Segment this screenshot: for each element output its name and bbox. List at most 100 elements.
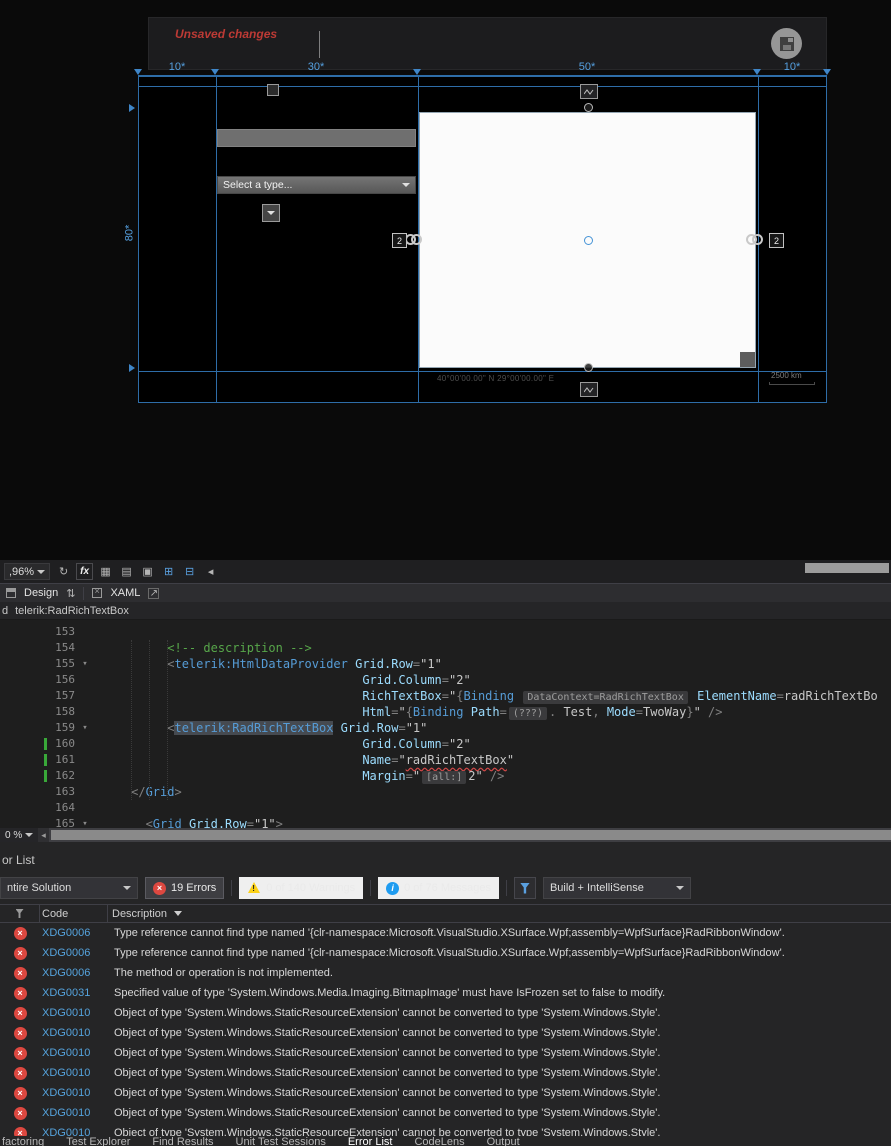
bottom-spring-anchor-icon[interactable] — [580, 382, 598, 397]
popout-icon[interactable]: ↗ — [148, 587, 160, 599]
code-line[interactable]: 162 Margin=" [all:] 2" /> — [0, 768, 891, 784]
fold-chevron-icon[interactable]: ▾ — [75, 720, 95, 736]
dropdown-button[interactable] — [262, 204, 280, 222]
error-code[interactable]: XDG0010 — [40, 1047, 110, 1059]
resize-grip[interactable] — [740, 352, 755, 367]
code-line[interactable]: 159 ▾ <telerik:RadRichTextBox Grid.Row="1" — [0, 720, 891, 736]
error-code[interactable]: XDG0010 — [40, 1107, 110, 1119]
collapse-arrow-icon[interactable]: ◂ — [202, 563, 219, 580]
swap-panes-icon[interactable]: ⇅ — [66, 587, 75, 600]
grid-column-width-label[interactable]: 50* — [579, 61, 596, 73]
textbox-control[interactable] — [217, 129, 416, 147]
panel-tab-error-list[interactable]: Error List — [348, 1136, 393, 1146]
error-code[interactable]: XDG0010 — [40, 1087, 110, 1099]
panel-tab-test-explorer[interactable]: Test Explorer — [66, 1136, 130, 1146]
code-line[interactable]: 164 — [0, 800, 891, 816]
code-text: Margin=" [all:] 2" /> — [362, 769, 505, 784]
error-row[interactable]: × XDG0010 Object of type 'System.Windows.S… — [0, 1083, 891, 1103]
editor-hscrollbar[interactable] — [48, 828, 891, 842]
row-tick-icon[interactable] — [129, 104, 139, 112]
anchor-box-icon[interactable] — [267, 84, 279, 96]
error-code[interactable]: XDG0031 — [40, 987, 110, 999]
error-code[interactable]: XDG0010 — [40, 1027, 110, 1039]
code-line[interactable]: 156 Grid.Column="2" — [0, 672, 891, 688]
panel-tab-codelens[interactable]: CodeLens — [414, 1136, 464, 1146]
code-line[interactable]: 165 ▾ <Grid Grid.Row="1"> — [0, 816, 891, 828]
save-icon[interactable] — [771, 28, 802, 59]
error-row[interactable]: × XDG0031 Specified value of type 'System.… — [0, 983, 891, 1003]
panel-tab-factoring[interactable]: factoring — [2, 1136, 44, 1146]
grid-column-width-label[interactable]: 10* — [784, 61, 801, 73]
source-filter-dropdown[interactable]: Build + IntelliSense — [542, 877, 691, 899]
type-combobox[interactable]: Select a type... — [217, 176, 416, 194]
breadcrumb-prefix[interactable]: d — [2, 605, 8, 617]
code-line[interactable]: 154 <!-- description --> — [0, 640, 891, 656]
xaml-editor[interactable]: 153 154 <!-- description --> 155 ▾ <telerik:H… — [0, 620, 891, 828]
grid-row-height-label[interactable]: 80* — [123, 225, 135, 242]
center-anchor-icon[interactable] — [584, 236, 593, 245]
bottom-anchor-ring-icon[interactable] — [584, 363, 593, 372]
xaml-designer-surface[interactable]: Unsaved changes 10* 30* 50* 10* 80* Sele… — [0, 0, 891, 560]
code-line[interactable]: 163 </Grid> — [0, 784, 891, 800]
show-columns-icon[interactable]: ▤ — [118, 563, 135, 580]
error-row[interactable]: × XDG0010 Object of type 'System.Windows.S… — [0, 1023, 891, 1043]
messages-filter-button[interactable]: i 0 of 76 Messages — [378, 877, 499, 899]
designer-zoom-dropdown[interactable]: ,96% — [4, 563, 51, 580]
error-row[interactable]: × XDG0010 Object of type 'System.Windows.S… — [0, 1003, 891, 1023]
right-margin-chain-icon[interactable] — [746, 233, 764, 245]
left-margin-chain-icon[interactable] — [405, 233, 423, 245]
left-margin-badge[interactable]: 2 — [392, 233, 407, 248]
artboard-background-icon[interactable]: ▣ — [139, 563, 156, 580]
refresh-icon[interactable]: ↻ — [55, 563, 72, 580]
grid-column-width-label[interactable]: 30* — [308, 61, 325, 73]
error-code[interactable]: XDG0006 — [40, 927, 110, 939]
tab-xaml[interactable]: XAML — [110, 587, 140, 599]
errors-filter-button[interactable]: × 19 Errors — [145, 877, 225, 899]
row-tick-icon[interactable] — [129, 364, 139, 372]
code-text: RichTextBox="{Binding DataContext=RadRic… — [362, 689, 878, 704]
error-row[interactable]: × XDG0006 Type reference cannot find type … — [0, 923, 891, 943]
grid-column-width-label[interactable]: 10* — [169, 61, 186, 73]
code-line[interactable]: 160 Grid.Column="2" — [0, 736, 891, 752]
filter-button[interactable] — [513, 877, 536, 899]
warnings-filter-button[interactable]: 0 of 140 Warnings — [239, 877, 364, 899]
error-code[interactable]: XDG0010 — [40, 1007, 110, 1019]
designer-hscrollbar-thumb[interactable] — [805, 563, 889, 573]
code-line[interactable]: 155 ▾ <telerik:HtmlDataProvider Grid.Row="… — [0, 656, 891, 672]
editor-hscrollbar-thumb[interactable] — [50, 830, 891, 840]
error-row[interactable]: × XDG0010 Object of type 'System.Windows.S… — [0, 1063, 891, 1083]
error-code[interactable]: XDG0006 — [40, 947, 110, 959]
snap-to-snaplines-icon[interactable]: ⊟ — [181, 563, 198, 580]
code-line[interactable]: 158 Html="{Binding Path= (???). Test, Mode… — [0, 704, 891, 720]
error-row[interactable]: × XDG0010 Object of type 'System.Windows.S… — [0, 1103, 891, 1123]
error-row[interactable]: × XDG0006 Type reference cannot find type … — [0, 943, 891, 963]
code-line[interactable]: 153 — [0, 624, 891, 640]
panel-tab-find-results[interactable]: Find Results — [152, 1136, 213, 1146]
scroll-left-icon[interactable]: ◂ — [38, 830, 49, 841]
error-code[interactable]: XDG0010 — [40, 1067, 110, 1079]
right-margin-badge[interactable]: 2 — [769, 233, 784, 248]
show-grid-icon[interactable]: ▦ — [97, 563, 114, 580]
fold-chevron-icon[interactable]: ▾ — [75, 816, 95, 828]
error-row[interactable]: × XDG0006 The method or operation is not i… — [0, 963, 891, 983]
code-column-header[interactable]: Code — [40, 905, 108, 922]
error-code[interactable]: XDG0010 — [40, 1127, 110, 1136]
error-code[interactable]: XDG0006 — [40, 967, 110, 979]
snap-to-grid-icon[interactable]: ⊞ — [160, 563, 177, 580]
breadcrumb-element[interactable]: telerik:RadRichTextBox — [15, 605, 129, 617]
top-spring-anchor-icon[interactable] — [580, 84, 598, 99]
code-line[interactable]: 161 Name="radRichTextBox" — [0, 752, 891, 768]
panel-tab-unit-test-sessions[interactable]: Unit Test Sessions — [236, 1136, 326, 1146]
fx-icon[interactable]: fx — [76, 563, 94, 580]
scope-dropdown[interactable]: ntire Solution — [0, 877, 138, 899]
tab-design[interactable]: Design — [24, 587, 58, 599]
error-row[interactable]: × XDG0010 Object of type 'System.Windows.S… — [0, 1123, 891, 1136]
panel-tab-output[interactable]: Output — [487, 1136, 520, 1146]
error-row[interactable]: × XDG0010 Object of type 'System.Windows.S… — [0, 1043, 891, 1063]
top-anchor-ring-icon[interactable] — [584, 103, 593, 112]
code-line[interactable]: 157 RichTextBox="{Binding DataContext=Rad… — [0, 688, 891, 704]
fold-chevron-icon[interactable]: ▾ — [75, 656, 95, 672]
description-column-header[interactable]: Description — [108, 905, 891, 922]
severity-column-header[interactable] — [0, 905, 40, 922]
editor-zoom-dropdown[interactable]: 0 % — [0, 828, 39, 842]
